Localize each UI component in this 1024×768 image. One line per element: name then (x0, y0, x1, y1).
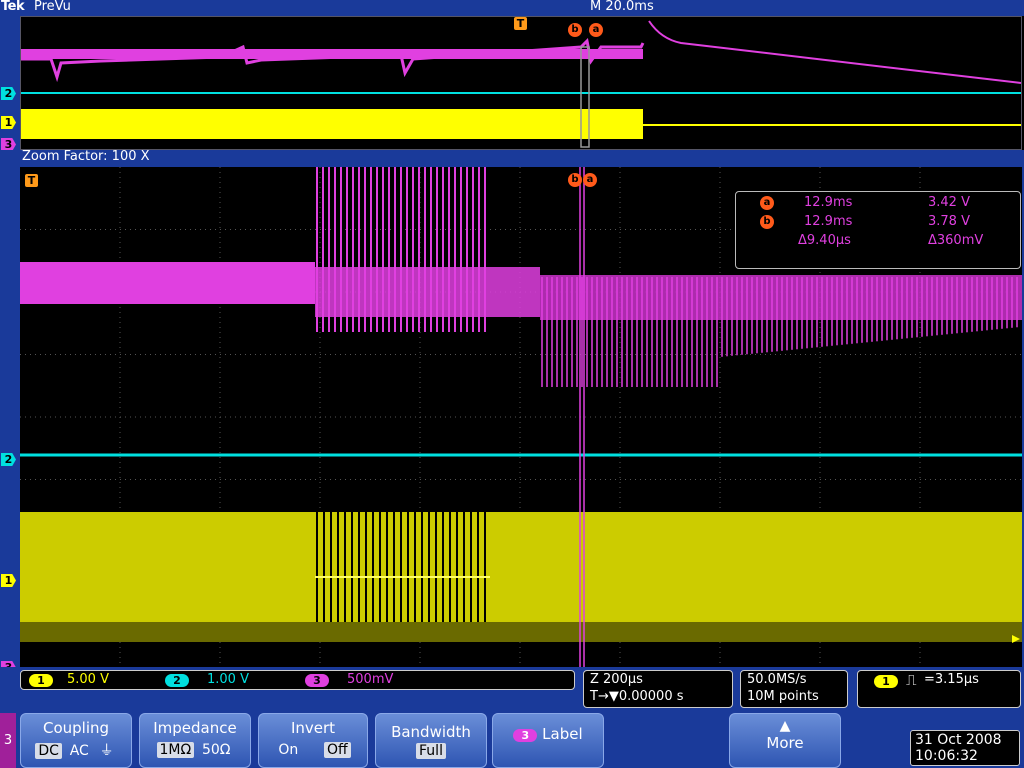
invert-title: Invert (290, 719, 336, 737)
readout-b-time: 12.9ms (804, 214, 853, 229)
ch1-scale: 5.00 V (67, 672, 109, 687)
more-button[interactable]: ▲ More (729, 713, 841, 768)
graticule-left-frame (0, 167, 20, 669)
zoom-timebase-box[interactable]: Z 200μs T→▼0.00000 s (583, 670, 733, 708)
preview-trigger-marker: T (514, 17, 527, 30)
menu-channel-indicator: 3 (0, 713, 16, 768)
preview-waveform-area[interactable] (20, 16, 1022, 150)
coupling-ac[interactable]: AC (67, 743, 92, 759)
time: 10:06:32 (915, 748, 978, 764)
impedance-1m[interactable]: 1MΩ (156, 742, 195, 758)
more-arrow-icon: ▲ (779, 718, 791, 734)
main-cursor-b-marker: b (568, 173, 582, 187)
ch2-scale-badge: 2 (165, 674, 189, 687)
impedance-button[interactable]: Impedance 1MΩ 50Ω (139, 713, 251, 768)
readout-delta-time: Δ9.40μs (798, 233, 851, 248)
preview-ch1-band (21, 109, 643, 139)
invert-button[interactable]: Invert On Off (258, 713, 368, 768)
ch3-trace-left (20, 262, 315, 304)
readout-delta-value: Δ360mV (928, 233, 984, 248)
zoom-factor-bar (0, 150, 1024, 167)
preview-cursor-a-marker: a (589, 23, 603, 37)
readout-a-badge: a (760, 196, 774, 210)
acquisition-box[interactable]: 50.0MS/s 10M points (740, 670, 848, 708)
ch1-scale-badge: 1 (29, 674, 53, 687)
date: 31 Oct 2008 (915, 732, 1002, 748)
bandwidth-button[interactable]: Bandwidth Full (375, 713, 487, 768)
preview-left-frame (0, 16, 20, 152)
readout-b-value: 3.78 V (928, 214, 970, 229)
trigger-box[interactable]: 1 ⎍ =3.15μs (857, 670, 1021, 708)
trigger-position: T→▼0.00000 s (590, 689, 684, 704)
label-ch-badge: 3 (513, 729, 538, 742)
ch3-scale-badge: 3 (305, 674, 329, 687)
readout-a-value: 3.42 V (928, 195, 970, 210)
ch3-trace-mid (315, 267, 540, 317)
preview-ch3-decay (648, 20, 1021, 84)
zoom-factor-label: Zoom Factor: 100 X (22, 149, 150, 164)
impedance-title: Impedance (153, 719, 237, 737)
ch3-scale: 500mV (347, 672, 394, 687)
pulse-trigger-icon: ⎍ (906, 671, 917, 689)
readout-b-badge: b (760, 215, 774, 229)
sample-rate: 50.0MS/s (747, 672, 807, 687)
bandwidth-value: Full (416, 743, 446, 759)
coupling-gnd-icon[interactable]: ⏚ (97, 740, 117, 760)
record-length: 10M points (747, 689, 819, 704)
invert-off[interactable]: Off (324, 742, 351, 758)
cursor-readout-panel: a 12.9ms 3.42 V b 12.9ms 3.78 V Δ9.40μs … (735, 191, 1021, 269)
channel-scales-box[interactable]: 1 5.00 V 2 1.00 V 3 500mV (20, 670, 575, 690)
main-cursor-a-marker: a (583, 173, 597, 187)
brand-logo: Tek (1, 0, 25, 14)
preview-cursor-b-marker: b (568, 23, 582, 37)
timebase-readout: M 20.0ms (590, 0, 654, 14)
ch1-trace-dark-base (20, 622, 1022, 642)
ch2-scale: 1.00 V (207, 672, 249, 687)
date-time-display: 31 Oct 2008 10:06:32 (910, 730, 1020, 766)
trigger-value: =3.15μs (924, 672, 979, 687)
zoom-time: Z 200μs (590, 672, 643, 687)
coupling-dc[interactable]: DC (35, 743, 62, 759)
readout-a-time: 12.9ms (804, 195, 853, 210)
bandwidth-title: Bandwidth (391, 723, 471, 741)
acquisition-mode: PreVu (34, 0, 71, 14)
label-button[interactable]: 3 Label (492, 713, 604, 768)
preview-ch3-band (21, 49, 643, 59)
more-title: More (766, 734, 804, 752)
label-title: Label (542, 725, 583, 743)
main-trigger-marker: T (25, 174, 38, 187)
trigger-ch-badge: 1 (874, 675, 898, 688)
impedance-50[interactable]: 50Ω (199, 742, 234, 758)
top-status-bar (0, 0, 1024, 16)
invert-on[interactable]: On (275, 742, 301, 758)
coupling-title: Coupling (42, 719, 110, 737)
coupling-button[interactable]: Coupling DC AC ⏚ (20, 713, 132, 768)
